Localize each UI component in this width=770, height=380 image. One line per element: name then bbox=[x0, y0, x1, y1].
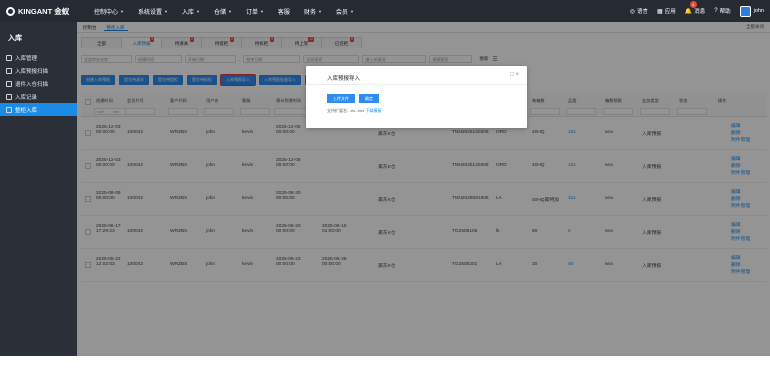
sidebar-item-label: 入库预报扫描 bbox=[15, 68, 49, 75]
apps-menu[interactable]: ▦ 应用 bbox=[657, 7, 676, 16]
dialog-controls: □ × bbox=[510, 72, 519, 78]
language-menu[interactable]: ◎ 语言 bbox=[629, 7, 648, 16]
top-navbar: KINGANT 金蚁 控制中心 ▼ 系统设置 ▼ 入库 ▼ 仓储 ▼ 订单 ▼ 客服 财务 ▼ 会员 ▼ ◎… bbox=[0, 0, 770, 22]
help-menu[interactable]: ? 帮助 bbox=[714, 7, 730, 15]
sidebar-item-label: 整柜入库 bbox=[15, 107, 38, 114]
sidebar-title: 入库 bbox=[8, 35, 22, 42]
sidebar-item-label: 入库记录 bbox=[15, 94, 38, 101]
menu-item-icon bbox=[6, 67, 12, 74]
import-dialog: 入库预报导入 □ × 上传文件 确定 支持扩展名: .xls,.xlsx 下载模… bbox=[306, 66, 527, 128]
nav-item-label: 会员 bbox=[335, 9, 348, 16]
globe-icon: ◎ bbox=[629, 8, 636, 15]
chevron-down-icon: ▼ bbox=[195, 8, 200, 14]
nav-item-label: 客服 bbox=[277, 9, 290, 16]
nav-item[interactable]: 仓储 ▼ bbox=[214, 7, 232, 16]
nav-item[interactable]: 订单 ▼ bbox=[246, 7, 264, 16]
sidebar-item-label: 入库管理 bbox=[15, 55, 38, 62]
sidebar-item[interactable]: 入库记录 bbox=[0, 90, 77, 103]
menu-item-icon bbox=[6, 80, 12, 87]
chevron-down-icon: ▼ bbox=[349, 8, 354, 14]
nav-item[interactable]: 控制中心 ▼ bbox=[94, 7, 124, 16]
confirm-button[interactable]: 确定 bbox=[359, 94, 379, 103]
nav-item[interactable]: 系统设置 ▼ bbox=[138, 7, 168, 16]
nav-item[interactable]: 入库 ▼ bbox=[182, 7, 200, 16]
sidebar-item[interactable]: 整柜入库 bbox=[0, 103, 77, 116]
message-count-badge: 4 bbox=[689, 1, 697, 8]
menu-item-icon bbox=[6, 54, 12, 61]
upload-hint: 支持扩展名: .xls,.xlsx 下载模板 bbox=[327, 108, 382, 113]
avatar bbox=[739, 5, 751, 17]
messages-menu[interactable]: 🔔 4 消息 bbox=[684, 1, 705, 15]
nav-item-label: 仓储 bbox=[213, 9, 226, 16]
upload-file-button[interactable]: 上传文件 bbox=[327, 94, 355, 103]
sidebar-item[interactable]: 入库管理 bbox=[0, 51, 77, 64]
menu-item-icon bbox=[6, 93, 12, 100]
page-bottom bbox=[0, 356, 770, 380]
dialog-divider bbox=[306, 84, 527, 85]
nav-item[interactable]: 财务 ▼ bbox=[304, 7, 322, 16]
bell-icon: 🔔 bbox=[684, 8, 693, 15]
question-icon: ? bbox=[714, 8, 718, 14]
chevron-down-icon: ▼ bbox=[120, 8, 124, 14]
grid-icon: ▦ bbox=[657, 8, 663, 15]
chevron-down-icon: ▼ bbox=[227, 8, 232, 14]
user-menu[interactable]: john bbox=[739, 5, 764, 17]
dialog-title: 入库预报导入 bbox=[327, 76, 361, 82]
nav-item[interactable]: 会员 ▼ bbox=[336, 7, 354, 16]
logo-icon bbox=[6, 6, 15, 16]
chevron-down-icon: ▼ bbox=[164, 8, 168, 14]
chevron-down-icon: ▼ bbox=[317, 8, 322, 14]
maximize-icon[interactable]: □ bbox=[510, 72, 514, 78]
menu-item-icon bbox=[6, 106, 12, 113]
close-icon[interactable]: × bbox=[515, 72, 519, 78]
main-nav: 控制中心 ▼ 系统设置 ▼ 入库 ▼ 仓储 ▼ 订单 ▼ 客服 财务 ▼ 会员 ▼ bbox=[94, 7, 368, 16]
nav-item[interactable]: 客服 bbox=[278, 7, 290, 16]
nav-item-label: 入库 bbox=[181, 9, 194, 16]
nav-item-label: 财务 bbox=[303, 9, 316, 16]
chevron-down-icon: ▼ bbox=[259, 8, 264, 14]
nav-item-label: 控制中心 bbox=[94, 9, 119, 16]
sidebar-item-label: 退件入仓扫描 bbox=[15, 81, 49, 88]
app-logo[interactable]: KINGANT 金蚁 bbox=[6, 6, 86, 17]
nav-item-label: 系统设置 bbox=[137, 9, 162, 16]
download-template-link[interactable]: 下载模板 bbox=[365, 108, 381, 113]
sidebar-item[interactable]: 退件入仓扫描 bbox=[0, 77, 77, 90]
sidebar: 入库 入库管理入库预报扫描 退件入仓扫描 入库记录整柜入库 bbox=[0, 22, 77, 356]
sidebar-item[interactable]: 入库预报扫描 bbox=[0, 64, 77, 77]
nav-item-label: 订单 bbox=[245, 9, 258, 16]
